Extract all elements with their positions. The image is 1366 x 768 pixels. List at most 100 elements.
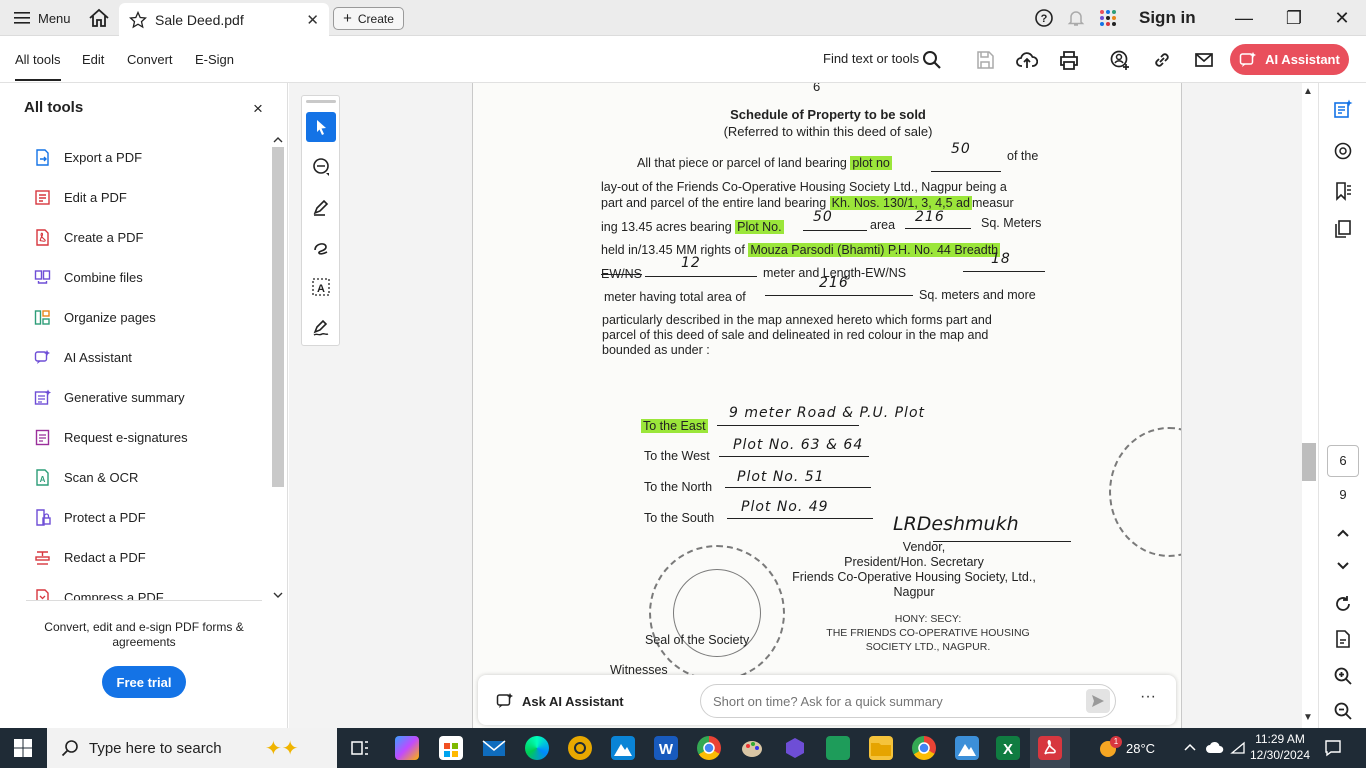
taskbar-search-box[interactable]: Type here to search ✦✦ <box>47 728 337 768</box>
star-icon[interactable] <box>129 10 147 29</box>
create-button[interactable]: + Create <box>333 7 404 30</box>
zoom-out-icon[interactable] <box>1333 701 1353 721</box>
bookmarks-rail-icon[interactable] <box>1333 181 1353 201</box>
tool-export-pdf[interactable]: Export a PDF <box>34 145 142 169</box>
scroll-thumb[interactable] <box>272 147 284 487</box>
file-explorer-icon[interactable] <box>869 736 893 760</box>
rotate-refresh-icon[interactable] <box>1333 594 1353 614</box>
onedrive-cloud-icon[interactable] <box>1205 740 1225 756</box>
chrome-profile-icon[interactable] <box>912 736 936 760</box>
doc-scroll-thumb[interactable] <box>1302 443 1316 481</box>
protect-pdf-icon <box>36 508 51 526</box>
tab-close-button[interactable]: ✕ <box>306 11 319 29</box>
doc-scroll-down-arrow-icon[interactable]: ▼ <box>1303 712 1313 723</box>
mail-app-icon[interactable] <box>482 736 506 760</box>
wifi-icon[interactable] <box>1230 740 1246 756</box>
microsoft-store-icon[interactable] <box>439 736 463 760</box>
settings-gear-app-icon[interactable] <box>568 736 592 760</box>
signature-tool[interactable] <box>306 312 336 342</box>
chrome-browser-icon[interactable] <box>697 736 721 760</box>
weather-widget[interactable]: 1 28°C <box>1098 736 1155 758</box>
doc-scroll-up-arrow-icon[interactable]: ▲ <box>1303 86 1313 97</box>
tool-label: Generative summary <box>64 389 185 405</box>
scroll-down-arrow-icon[interactable] <box>270 590 286 600</box>
word-app-icon[interactable]: W <box>654 736 678 760</box>
tab-edit[interactable]: Edit <box>82 52 104 67</box>
edge-browser-icon[interactable] <box>525 736 549 760</box>
cloud-upload-icon[interactable] <box>1016 49 1038 71</box>
acrobat-app-icon[interactable] <box>1038 736 1062 760</box>
help-icon[interactable]: ? <box>1034 8 1054 28</box>
restore-button[interactable]: ❐ <box>1282 6 1306 30</box>
ask-ai-send-button[interactable] <box>1086 689 1110 713</box>
comment-tool[interactable] <box>306 152 336 182</box>
notification-center-icon[interactable] <box>1324 739 1342 757</box>
home-icon[interactable] <box>88 8 110 28</box>
notifications-bell-icon[interactable] <box>1066 8 1086 28</box>
apps-grid-icon[interactable] <box>1098 8 1118 28</box>
tool-request-esignatures[interactable]: Request e-signatures <box>34 425 188 449</box>
tab-esign[interactable]: E-Sign <box>195 52 234 67</box>
taskbar-clock[interactable]: 11:29 AM 12/30/2024 <box>1246 731 1314 763</box>
tool-scan-ocr[interactable]: A Scan & OCR <box>34 465 138 489</box>
select-tool[interactable] <box>306 112 336 142</box>
menu-button[interactable]: Menu <box>14 9 71 27</box>
excel-app-icon[interactable]: X <box>996 736 1020 760</box>
ask-ai-more-button[interactable]: ··· <box>1140 688 1156 706</box>
page-info-icon[interactable] <box>1333 629 1353 649</box>
tally-app-icon[interactable] <box>826 736 850 760</box>
tool-edit-pdf[interactable]: Edit a PDF <box>34 185 127 209</box>
current-page-input[interactable]: 6 <box>1327 445 1359 477</box>
scroll-up-arrow-icon[interactable] <box>270 135 286 145</box>
tool-ai-assistant[interactable]: AI Assistant <box>34 345 132 369</box>
tool-protect-pdf[interactable]: Protect a PDF <box>34 505 146 529</box>
ai-assistant-button[interactable]: AI Assistant <box>1230 44 1349 75</box>
previous-page-chevron-up-icon[interactable] <box>1333 523 1353 543</box>
tool-combine-files[interactable]: Combine files <box>34 265 143 289</box>
draw-tool[interactable] <box>306 232 336 262</box>
highlight-tool[interactable] <box>306 192 336 222</box>
ask-ai-input[interactable] <box>700 684 1116 718</box>
paint-app-icon[interactable] <box>740 736 764 760</box>
photos-app-icon[interactable] <box>611 736 635 760</box>
copilot-app-icon[interactable] <box>395 736 419 760</box>
image-viewer-icon[interactable] <box>955 736 979 760</box>
tool-organize-pages[interactable]: Organize pages <box>34 305 156 329</box>
tool-create-pdf[interactable]: Create a PDF <box>34 225 143 249</box>
comments-rail-icon[interactable] <box>1333 141 1353 161</box>
minimize-button[interactable]: — <box>1232 6 1256 30</box>
tool-compress-pdf[interactable]: Compress a PDF <box>34 585 164 601</box>
tab-all-tools[interactable]: All tools <box>15 52 61 81</box>
search-icon[interactable] <box>921 49 943 71</box>
close-window-button[interactable]: ✕ <box>1330 6 1354 30</box>
panel-close-button[interactable]: × <box>253 99 263 119</box>
shield-app-icon[interactable] <box>783 736 807 760</box>
tab-convert[interactable]: Convert <box>127 52 173 67</box>
task-view-icon[interactable] <box>348 736 372 760</box>
free-trial-button[interactable]: Free trial <box>102 666 186 698</box>
tool-redact-pdf[interactable]: Redact a PDF <box>34 545 146 569</box>
tool-generative-summary[interactable]: Generative summary <box>34 385 185 409</box>
print-icon[interactable] <box>1058 49 1080 71</box>
ask-ai-label-group[interactable]: Ask AI Assistant <box>496 692 624 710</box>
zoom-in-icon[interactable] <box>1333 666 1353 686</box>
document-tab[interactable]: Sale Deed.pdf ✕ <box>119 3 329 36</box>
show-hidden-icons-chevron-icon[interactable] <box>1182 740 1198 756</box>
windows-start-icon[interactable] <box>14 739 32 757</box>
tools-scrollbar[interactable] <box>270 135 286 600</box>
toolbar-grab-handle[interactable] <box>306 100 336 103</box>
sign-in-button[interactable]: Sign in <box>1139 8 1196 28</box>
deed-text: EW/NS <box>601 267 642 281</box>
save-icon[interactable] <box>974 49 996 71</box>
next-page-chevron-down-icon[interactable] <box>1333 555 1353 575</box>
pages-thumbnail-rail-icon[interactable] <box>1333 219 1353 239</box>
find-text-or-tools[interactable]: Find text or tools <box>823 51 919 66</box>
all-tools-panel: All tools × Export a PDF Edit a PDF Crea… <box>0 83 288 728</box>
text-box-tool[interactable]: A <box>306 272 336 302</box>
generative-summary-rail-icon[interactable] <box>1333 99 1353 119</box>
email-icon[interactable] <box>1193 49 1215 71</box>
search-icon <box>61 740 78 757</box>
panel-divider <box>26 600 262 601</box>
share-user-icon[interactable] <box>1109 49 1131 71</box>
link-icon[interactable] <box>1151 49 1173 71</box>
